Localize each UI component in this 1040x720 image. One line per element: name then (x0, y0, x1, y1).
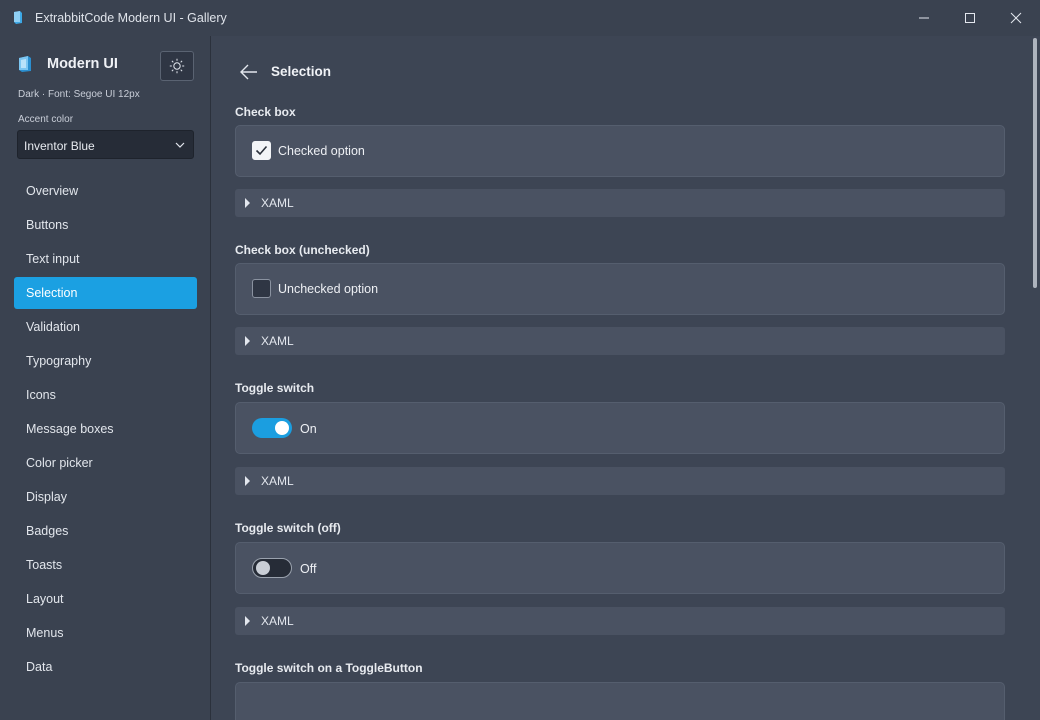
vertical-scrollbar[interactable] (1031, 36, 1040, 720)
toggle-label: On (300, 422, 317, 436)
app-window: ExtrabbitCode Modern UI - Gallery Modern… (0, 0, 1040, 720)
title-bar[interactable]: ExtrabbitCode Modern UI - Gallery (0, 0, 1040, 36)
section-title: Toggle switch on a ToggleButton (235, 661, 423, 675)
toggle-knob (256, 561, 270, 575)
section-title: Toggle switch (235, 381, 315, 395)
caret-right-icon (245, 336, 250, 346)
sun-icon (169, 58, 185, 74)
caret-right-icon (245, 616, 250, 626)
brand-name: Modern UI (47, 56, 118, 72)
caret-right-icon (245, 198, 250, 208)
xaml-expander[interactable]: XAML (235, 327, 1005, 355)
maximize-icon (965, 13, 975, 23)
section-title: Check box (235, 105, 296, 119)
close-button[interactable] (993, 0, 1039, 36)
toggle-switch-on[interactable] (252, 418, 292, 438)
sidebar: Modern UI Dark · Font: Segoe UI 12px Acc… (0, 36, 210, 720)
xaml-label: XAML (261, 474, 294, 488)
toggle-switch-off[interactable] (252, 558, 292, 578)
sidebar-item-text-input[interactable]: Text input (14, 243, 197, 275)
sidebar-nav: Overview Buttons Text input Selection Va… (14, 175, 197, 685)
accent-color-select[interactable]: Inventor Blue (17, 130, 194, 159)
sidebar-item-display[interactable]: Display (14, 481, 197, 513)
demo-card-toggle-off: Off (235, 542, 1005, 594)
close-icon (1010, 12, 1022, 24)
demo-card-toggle-on: On (235, 402, 1005, 454)
sidebar-item-layout[interactable]: Layout (14, 583, 197, 615)
brand-logo-icon (19, 56, 31, 72)
sidebar-item-typography[interactable]: Typography (14, 345, 197, 377)
section-title: Check box (unchecked) (235, 243, 370, 257)
sidebar-item-icons[interactable]: Icons (14, 379, 197, 411)
checkbox-label: Unchecked option (278, 282, 379, 296)
caret-right-icon (245, 476, 250, 486)
arrow-left-icon (240, 64, 257, 80)
sidebar-item-buttons[interactable]: Buttons (14, 209, 197, 241)
xaml-label: XAML (261, 614, 294, 628)
sidebar-item-color-picker[interactable]: Color picker (14, 447, 197, 479)
demo-card-checkbox-unchecked: Unchecked option (235, 263, 1005, 315)
sidebar-item-toasts[interactable]: Toasts (14, 549, 197, 581)
app-icon (14, 11, 22, 24)
theme-info: Dark · Font: Segoe UI 12px (18, 89, 140, 100)
scroll-thumb[interactable] (1033, 38, 1037, 288)
xaml-label: XAML (261, 334, 294, 348)
window-title: ExtrabbitCode Modern UI - Gallery (35, 11, 227, 25)
maximize-button[interactable] (947, 0, 993, 36)
unchecked-checkbox[interactable] (252, 279, 271, 298)
xaml-expander[interactable]: XAML (235, 467, 1005, 495)
sidebar-item-overview[interactable]: Overview (14, 175, 197, 207)
checkmark-icon (255, 145, 268, 156)
checked-checkbox[interactable] (252, 141, 271, 160)
demo-card-checkbox: Checked option (235, 125, 1005, 177)
theme-toggle-button[interactable] (160, 51, 194, 81)
minimize-button[interactable] (901, 0, 947, 36)
sidebar-item-validation[interactable]: Validation (14, 311, 197, 343)
checkbox-label: Checked option (278, 144, 365, 158)
page-title: Selection (271, 64, 332, 79)
sidebar-item-menus[interactable]: Menus (14, 617, 197, 649)
accent-color-label: Accent color (18, 114, 74, 125)
xaml-label: XAML (261, 196, 294, 210)
chevron-down-icon (175, 142, 185, 148)
sidebar-item-badges[interactable]: Badges (14, 515, 197, 547)
sidebar-item-data[interactable]: Data (14, 651, 197, 683)
toggle-knob (275, 421, 289, 435)
minimize-icon (919, 17, 929, 19)
xaml-expander[interactable]: XAML (235, 189, 1005, 217)
accent-color-value: Inventor Blue (24, 139, 95, 153)
back-button[interactable] (239, 62, 259, 82)
brand: Modern UI (18, 56, 118, 72)
toggle-label: Off (300, 562, 317, 576)
demo-card-togglebutton (235, 682, 1005, 720)
sidebar-item-selection[interactable]: Selection (14, 277, 197, 309)
section-title: Toggle switch (off) (235, 521, 341, 535)
sidebar-item-message-boxes[interactable]: Message boxes (14, 413, 197, 445)
xaml-expander[interactable]: XAML (235, 607, 1005, 635)
main-content: Selection Check box Checked option XAML … (211, 36, 1040, 720)
